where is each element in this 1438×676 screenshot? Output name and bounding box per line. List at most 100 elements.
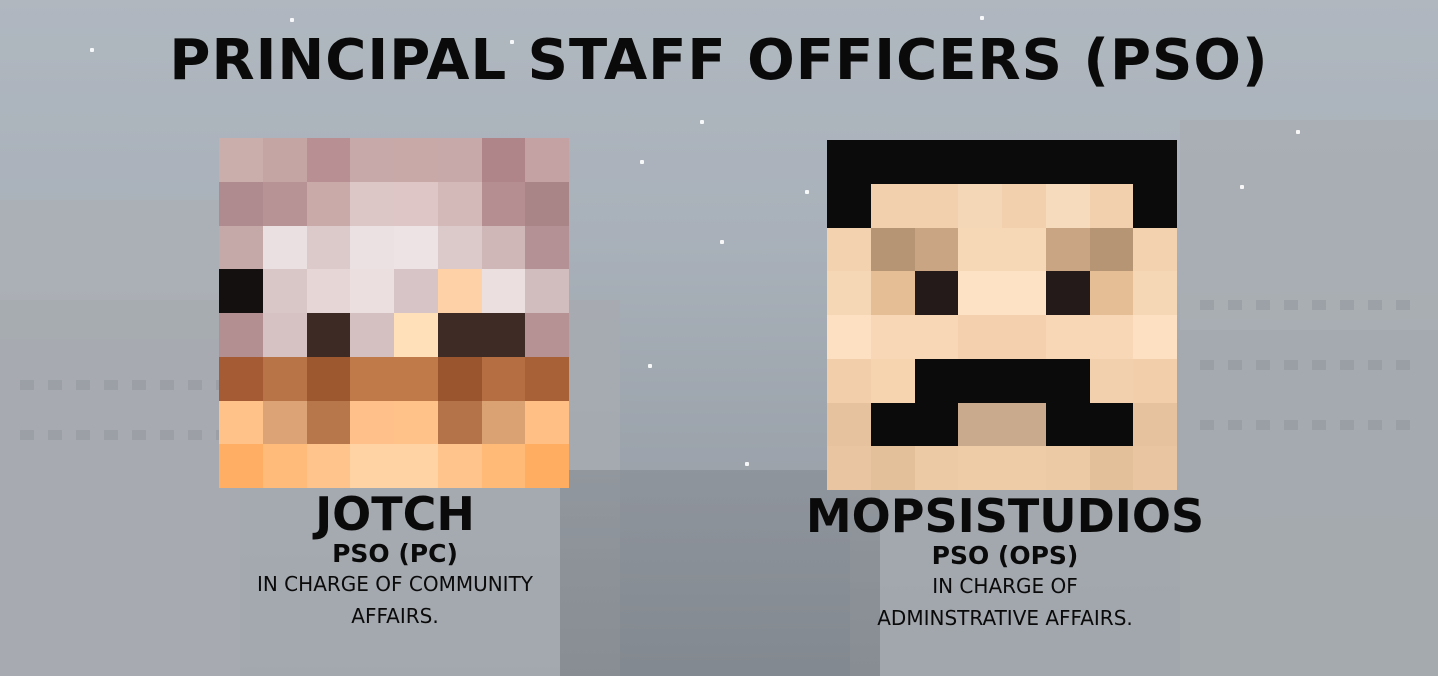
avatar-jotch: [219, 138, 569, 488]
snowflake-icon: [640, 160, 644, 164]
face-pixel: [437, 400, 482, 445]
snowflake-icon: [648, 364, 652, 368]
face-pixel: [1133, 271, 1177, 315]
face-pixel: [1045, 140, 1090, 184]
face-pixel: [306, 181, 351, 226]
face-pixel: [525, 400, 569, 445]
face-pixel: [350, 444, 394, 488]
face-pixel: [1002, 402, 1046, 447]
face-pixel: [958, 402, 1002, 447]
face-pixel: [958, 183, 1002, 228]
face-pixel: [914, 227, 959, 272]
face-pixel: [1002, 315, 1046, 359]
face-pixel: [827, 227, 871, 272]
face-pixel: [1133, 446, 1177, 490]
face-pixel: [481, 138, 526, 182]
face-pixel: [958, 358, 1002, 403]
face-pixel: [262, 444, 307, 488]
face-pixel: [958, 446, 1002, 490]
face-pixel: [914, 271, 959, 315]
face-pixel: [827, 402, 871, 447]
face-pixel: [219, 138, 263, 182]
face-pixel: [306, 356, 351, 401]
face-pixel: [827, 183, 871, 228]
face-pixel: [437, 313, 482, 357]
face-pixel: [219, 356, 263, 401]
face-pixel: [1089, 358, 1134, 403]
face-pixel: [958, 315, 1002, 359]
officer-name: JOTCH: [315, 487, 475, 541]
face-pixel: [1045, 315, 1090, 359]
face-pixel: [306, 444, 351, 488]
face-pixel: [306, 400, 351, 445]
face-pixel: [1133, 358, 1177, 403]
face-pixel: [914, 358, 959, 403]
face-pixel: [827, 140, 871, 184]
face-pixel: [437, 225, 482, 270]
face-pixel: [1089, 271, 1134, 315]
face-pixel: [827, 446, 871, 490]
officer-card-jotch: JOTCH PSO (PC) IN CHARGE OF COMMUNITY AF…: [200, 488, 590, 632]
face-pixel: [350, 356, 394, 401]
snowflake-icon: [805, 190, 809, 194]
officer-role: PSO (PC): [332, 539, 458, 568]
officer-description-line: ADMINSTRATIVE AFFAIRS.: [877, 606, 1133, 630]
face-pixel: [219, 269, 263, 313]
face-pixel: [481, 313, 526, 357]
snowflake-icon: [1296, 130, 1300, 134]
face-pixel: [1002, 183, 1046, 228]
face-pixel: [914, 315, 959, 359]
face-pixel: [394, 269, 438, 313]
snowflake-icon: [700, 120, 704, 124]
face-pixel: [394, 356, 438, 401]
face-pixel: [958, 140, 1002, 184]
face-pixel: [394, 225, 438, 270]
face-pixel: [1045, 358, 1090, 403]
face-pixel: [394, 400, 438, 445]
face-pixel: [481, 356, 526, 401]
face-pixel: [437, 356, 482, 401]
face-pixel: [262, 400, 307, 445]
face-pixel: [219, 400, 263, 445]
face-pixel: [1002, 140, 1046, 184]
face-pixel: [1089, 402, 1134, 447]
face-pixel: [437, 181, 482, 226]
face-pixel: [437, 138, 482, 182]
snowflake-icon: [290, 18, 294, 22]
face-pixel: [262, 269, 307, 313]
face-pixel: [827, 358, 871, 403]
face-pixel: [350, 225, 394, 270]
face-pixel: [1002, 271, 1046, 315]
face-pixel: [437, 269, 482, 313]
face-pixel: [958, 271, 1002, 315]
officer-card-mopsistudios: MOPSISTUDIOS PSO (OPS) IN CHARGE OF ADMI…: [780, 490, 1230, 634]
face-pixel: [870, 227, 915, 272]
face-pixel: [870, 140, 915, 184]
face-pixel: [350, 313, 394, 357]
face-pixel: [870, 358, 915, 403]
face-pixel: [525, 181, 569, 226]
face-pixel: [870, 402, 915, 447]
face-pixel: [1089, 446, 1134, 490]
face-pixel: [219, 225, 263, 270]
face-pixel: [1089, 315, 1134, 359]
face-pixel: [525, 225, 569, 270]
face-pixel: [914, 140, 959, 184]
face-pixel: [1133, 183, 1177, 228]
face-pixel: [958, 227, 1002, 272]
face-pixel: [914, 183, 959, 228]
face-pixel: [306, 269, 351, 313]
officer-name: MOPSISTUDIOS: [805, 489, 1205, 543]
face-pixel: [262, 181, 307, 226]
face-pixel: [481, 225, 526, 270]
avatar-mopsistudios: [827, 140, 1177, 490]
face-pixel: [481, 444, 526, 488]
officer-description-line: IN CHARGE OF: [932, 574, 1078, 598]
face-pixel: [914, 446, 959, 490]
face-pixel: [525, 269, 569, 313]
face-pixel: [1089, 227, 1134, 272]
snowflake-icon: [980, 16, 984, 20]
face-pixel: [306, 138, 351, 182]
face-pixel: [1002, 446, 1046, 490]
face-pixel: [525, 313, 569, 357]
